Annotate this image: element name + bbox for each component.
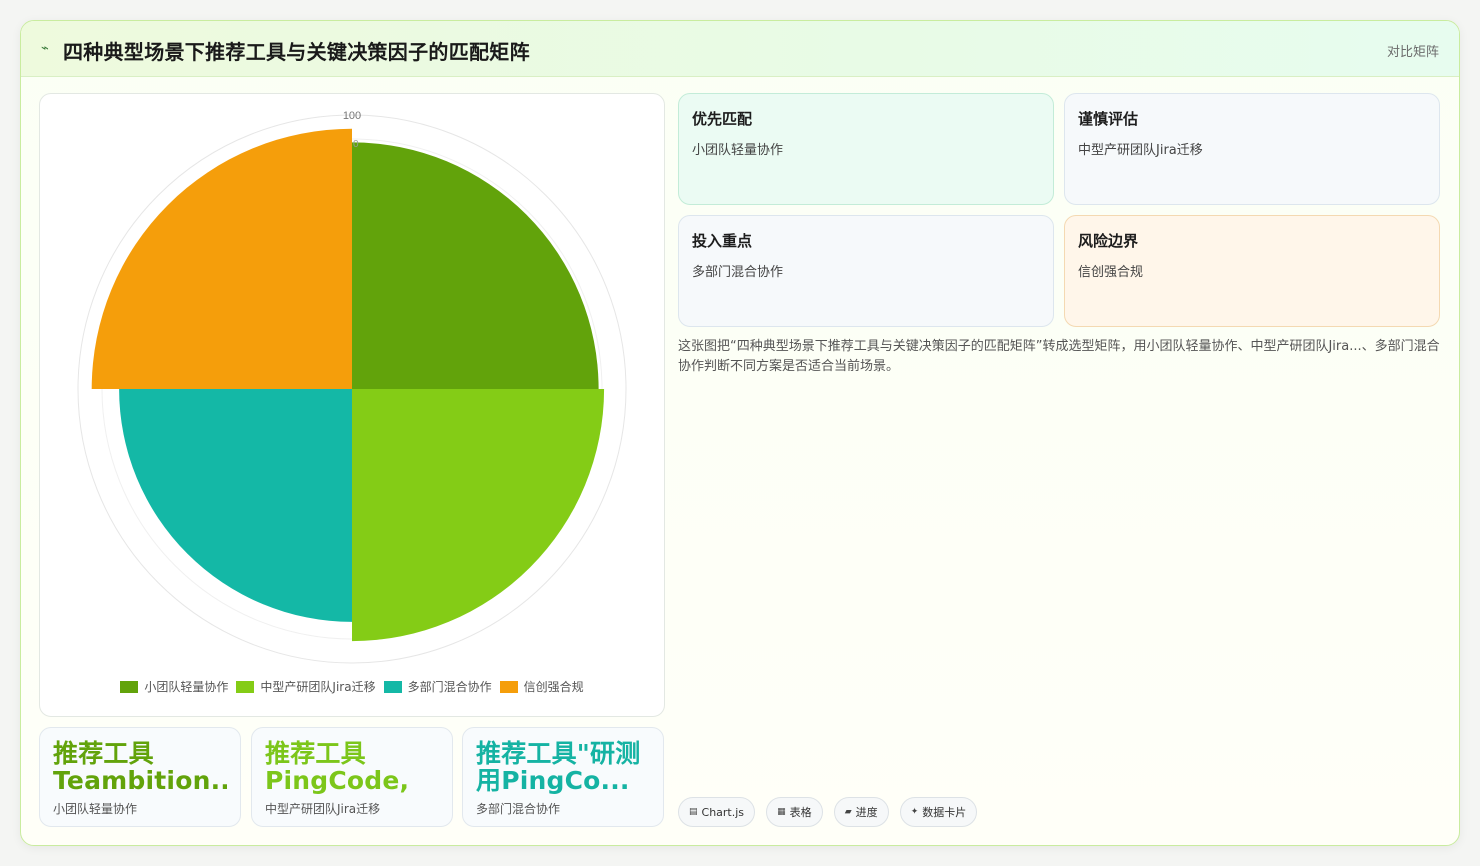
legend-label: 小团队轻量协作 bbox=[144, 680, 229, 694]
card-header: ⌁ 四种典型场景下推荐工具与关键决策因子的匹配矩阵 对比矩阵 bbox=[21, 21, 1459, 77]
legend-swatch bbox=[120, 680, 139, 693]
quadrant-title: 投入重点 bbox=[692, 232, 753, 250]
legend-swatch bbox=[236, 680, 255, 693]
legend-swatch bbox=[499, 680, 518, 693]
stat-label: 多部门混合协作 bbox=[476, 802, 561, 816]
r-axis-tick-min: 0 bbox=[353, 139, 359, 150]
stat-value: 推荐工具 PingCode, ... bbox=[265, 740, 410, 794]
polar-sector-4[interactable] bbox=[91, 128, 352, 389]
stat-card-mid-team: 推荐工具 PingCode, ... 中型产研团队Jira迁移 bbox=[251, 727, 453, 827]
polar-sector-2[interactable] bbox=[352, 389, 605, 642]
matrix-card: ⌁ 四种典型场景下推荐工具与关键决策因子的匹配矩阵 对比矩阵 100 0 小团队轻… bbox=[20, 20, 1460, 846]
legend-label: 信创强合规 bbox=[523, 680, 584, 694]
chip-label: Chart.js bbox=[701, 805, 745, 819]
compare-matrix-link[interactable]: 对比矩阵 bbox=[1387, 41, 1439, 60]
stat-value: 推荐工具"研测用PingCo... bbox=[476, 740, 641, 794]
r-axis-tick-max: 100 bbox=[343, 110, 361, 122]
legend-label: 中型产研团队Jira迁移 bbox=[260, 680, 376, 694]
stat-label: 中型产研团队Jira迁移 bbox=[265, 802, 381, 816]
pulse-icon: ⌁ bbox=[41, 41, 49, 56]
page: ⌁ 四种典型场景下推荐工具与关键决策因子的匹配矩阵 对比矩阵 100 0 小团队轻… bbox=[0, 0, 1480, 866]
chip-progress[interactable]: ▰ 进度 bbox=[833, 797, 889, 827]
quadrant-investment-focus: 投入重点 多部门混合协作 bbox=[678, 215, 1054, 327]
quadrant-risk-boundary: 风险边界 信创强合规 bbox=[1064, 215, 1440, 327]
legend-item-3[interactable]: 多部门混合协作 bbox=[383, 678, 492, 695]
legend-item-4[interactable]: 信创强合规 bbox=[499, 678, 584, 695]
legend-swatch bbox=[383, 680, 402, 693]
polar-sector-1[interactable] bbox=[352, 142, 599, 389]
quadrant-subtitle: 中型产研团队Jira迁移 bbox=[1078, 143, 1203, 158]
chip-data-card[interactable]: ✦ 数据卡片 bbox=[899, 797, 978, 827]
quadrant-subtitle: 信创强合规 bbox=[1078, 265, 1144, 280]
stat-card-multi-dept: 推荐工具"研测用PingCo... 多部门混合协作 bbox=[462, 727, 664, 827]
chart-legend: 小团队轻量协作 中型产研团队Jira迁移 多部门混合协作 信创强合规 bbox=[40, 678, 664, 696]
stat-label: 小团队轻量协作 bbox=[53, 802, 138, 816]
chip-label: 表格 bbox=[789, 806, 812, 819]
chip-chartjs[interactable]: ▤ Chart.js bbox=[678, 797, 756, 827]
legend-item-2[interactable]: 中型产研团队Jira迁移 bbox=[236, 678, 376, 695]
chip-label: 进度 bbox=[855, 806, 878, 819]
stat-value: 推荐工具 Teambition... bbox=[53, 740, 227, 794]
polar-area-chart: 100 0 bbox=[77, 110, 627, 664]
legend-item-1[interactable]: 小团队轻量协作 bbox=[120, 678, 228, 695]
legend-label: 多部门混合协作 bbox=[407, 680, 492, 694]
sparkle-icon: ✦ bbox=[910, 807, 919, 817]
chip-table[interactable]: ▦ 表格 bbox=[766, 797, 823, 827]
chart-description: 这张图把“四种典型场景下推荐工具与关键决策因子的匹配矩阵”转成选型矩阵，用小团队… bbox=[678, 339, 1440, 374]
polar-chart-panel: 100 0 小团队轻量协作 中型产研团队Jira迁移 多部门混合协作 信创强合规 bbox=[39, 93, 665, 717]
progress-icon: ▰ bbox=[844, 807, 852, 817]
chart-icon: ▤ bbox=[689, 807, 698, 817]
table-icon: ▦ bbox=[777, 807, 786, 817]
polar-sector-3[interactable] bbox=[119, 389, 353, 622]
quadrant-priority-match: 优先匹配 小团队轻量协作 bbox=[678, 93, 1054, 205]
quadrant-careful-evaluation: 谨慎评估 中型产研团队Jira迁移 bbox=[1064, 93, 1440, 205]
page-title: 四种典型场景下推荐工具与关键决策因子的匹配矩阵 bbox=[63, 40, 530, 64]
quadrant-title: 谨慎评估 bbox=[1078, 110, 1139, 128]
quadrant-subtitle: 多部门混合协作 bbox=[692, 265, 784, 280]
chip-label: 数据卡片 bbox=[922, 806, 967, 819]
quadrant-subtitle: 小团队轻量协作 bbox=[692, 143, 784, 158]
feature-chips: ▤ Chart.js ▦ 表格 ▰ 进度 ✦ 数据卡片 bbox=[678, 797, 983, 827]
stat-card-small-team: 推荐工具 Teambition... 小团队轻量协作 bbox=[39, 727, 241, 827]
quadrant-title: 风险边界 bbox=[1078, 232, 1139, 250]
quadrant-title: 优先匹配 bbox=[692, 110, 753, 128]
